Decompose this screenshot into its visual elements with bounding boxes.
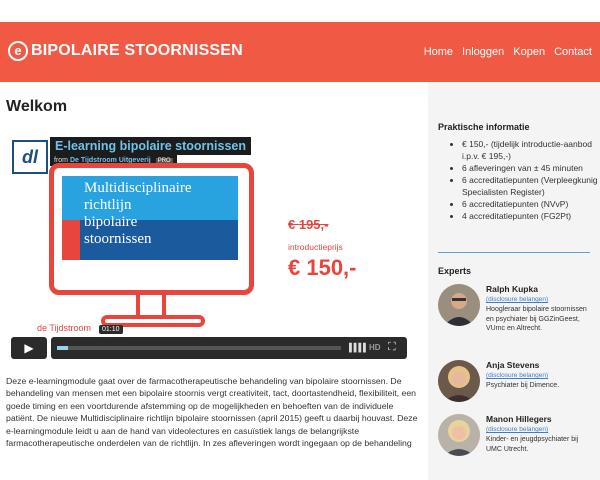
info-item: 6 accreditatiepunten (NVvP) bbox=[462, 198, 600, 210]
expert-card: Anja Stevens (disclosure belangen) Psych… bbox=[438, 360, 598, 408]
info-item: 6 afleveringen van ± 45 minuten bbox=[462, 162, 600, 174]
disclosure-link[interactable]: (disclosure belangen) bbox=[486, 372, 548, 379]
nav-buy[interactable]: Kopen bbox=[513, 46, 545, 58]
play-button[interactable]: ▶ bbox=[11, 337, 47, 359]
avatar bbox=[438, 414, 480, 456]
description-text: Deze e-learningmodule gaat over de farma… bbox=[6, 376, 418, 449]
control-bar: 01:10 ▌▌▌▌ HD ⛶ bbox=[51, 325, 407, 359]
screen-text-line: Multidisciplinaire bbox=[84, 180, 192, 196]
logo-icon: e bbox=[8, 41, 28, 61]
video-channel-logo[interactable]: dl bbox=[12, 140, 48, 174]
hd-toggle[interactable]: HD bbox=[369, 343, 381, 352]
expert-description: Kinder- en jeugdpsychiater bij UMC Utrec… bbox=[486, 436, 579, 453]
sidebar: Praktische informatie € 150,- (tijdelijk… bbox=[428, 82, 600, 480]
nav-contact[interactable]: Contact bbox=[554, 46, 592, 58]
fullscreen-icon[interactable]: ⛶ bbox=[388, 341, 396, 354]
logo-text: BIPOLAIRE STOORNISSEN bbox=[31, 42, 243, 59]
video-controls: ▶ 01:10 ▌▌▌▌ HD ⛶ bbox=[11, 325, 407, 359]
info-title: Praktische informatie bbox=[438, 122, 530, 132]
info-item: 4 accreditatiepunten (FG2Pt) bbox=[462, 210, 600, 222]
expert-card: Manon Hillegers (disclosure belangen) Ki… bbox=[438, 414, 598, 462]
expert-card: Ralph Kupka (disclosure belangen) Hoogle… bbox=[438, 284, 598, 332]
progress-track[interactable] bbox=[57, 346, 341, 350]
main-nav: Home Inloggen Kopen Contact bbox=[424, 46, 592, 58]
expert-name: Ralph Kupka bbox=[486, 284, 538, 294]
screen-text: Multidisciplinaire richtlijn bipolaire s… bbox=[84, 180, 244, 248]
screen-text-line: stoornissen bbox=[84, 231, 152, 247]
publisher-brand: de Tijdstroom bbox=[37, 323, 92, 333]
monitor-stand bbox=[136, 290, 166, 316]
page-title: Welkom bbox=[6, 98, 68, 115]
screen-panel-accent bbox=[62, 220, 80, 260]
video-player[interactable]: dl E-learning bipolaire stoornissen from… bbox=[6, 133, 412, 359]
nav-home[interactable]: Home bbox=[424, 46, 453, 58]
expert-description: Hoogleraar bipolaire stoornissen en psyc… bbox=[486, 306, 587, 332]
avatar bbox=[438, 284, 480, 326]
disclosure-link[interactable]: (disclosure belangen) bbox=[486, 296, 548, 303]
expert-description: Psychiater bij Dimence. bbox=[486, 382, 560, 389]
experts-title: Experts bbox=[438, 266, 472, 276]
section-divider bbox=[438, 252, 590, 253]
promo-label: introductieprijs bbox=[288, 242, 343, 252]
expert-name: Manon Hillegers bbox=[486, 414, 552, 424]
expert-name: Anja Stevens bbox=[486, 360, 540, 370]
video-title[interactable]: E-learning bipolaire stoornissen bbox=[50, 137, 252, 155]
site-logo[interactable]: e BIPOLAIRE STOORNISSEN bbox=[8, 41, 243, 61]
avatar bbox=[438, 360, 480, 402]
volume-icon[interactable]: ▌▌▌▌ bbox=[349, 343, 369, 352]
play-icon: ▶ bbox=[24, 341, 34, 355]
top-strip bbox=[0, 0, 600, 22]
screen-text-line: bipolaire bbox=[84, 214, 138, 230]
screen-text-line: richtlijn bbox=[84, 197, 132, 213]
intro-price: € 150,- bbox=[288, 255, 357, 280]
video-thumbnail-monitor: Multidisciplinaire richtlijn bipolaire s… bbox=[49, 163, 254, 295]
info-item: € 150,- (tijdelijk introductie-aanbod i.… bbox=[462, 138, 600, 162]
main-content: Welkom dl E-learning bipolaire stoorniss… bbox=[0, 82, 428, 480]
info-item: 6 accreditatiepunten (Verpleegkunig Spec… bbox=[462, 174, 600, 198]
time-tooltip: 01:10 bbox=[99, 325, 123, 334]
info-list: € 150,- (tijdelijk introductie-aanbod i.… bbox=[450, 138, 600, 222]
old-price: € 195,- bbox=[288, 217, 329, 232]
nav-login[interactable]: Inloggen bbox=[462, 46, 504, 58]
disclosure-link[interactable]: (disclosure belangen) bbox=[486, 426, 548, 433]
progress-fill bbox=[57, 346, 69, 350]
site-header: e BIPOLAIRE STOORNISSEN Home Inloggen Ko… bbox=[0, 22, 600, 82]
